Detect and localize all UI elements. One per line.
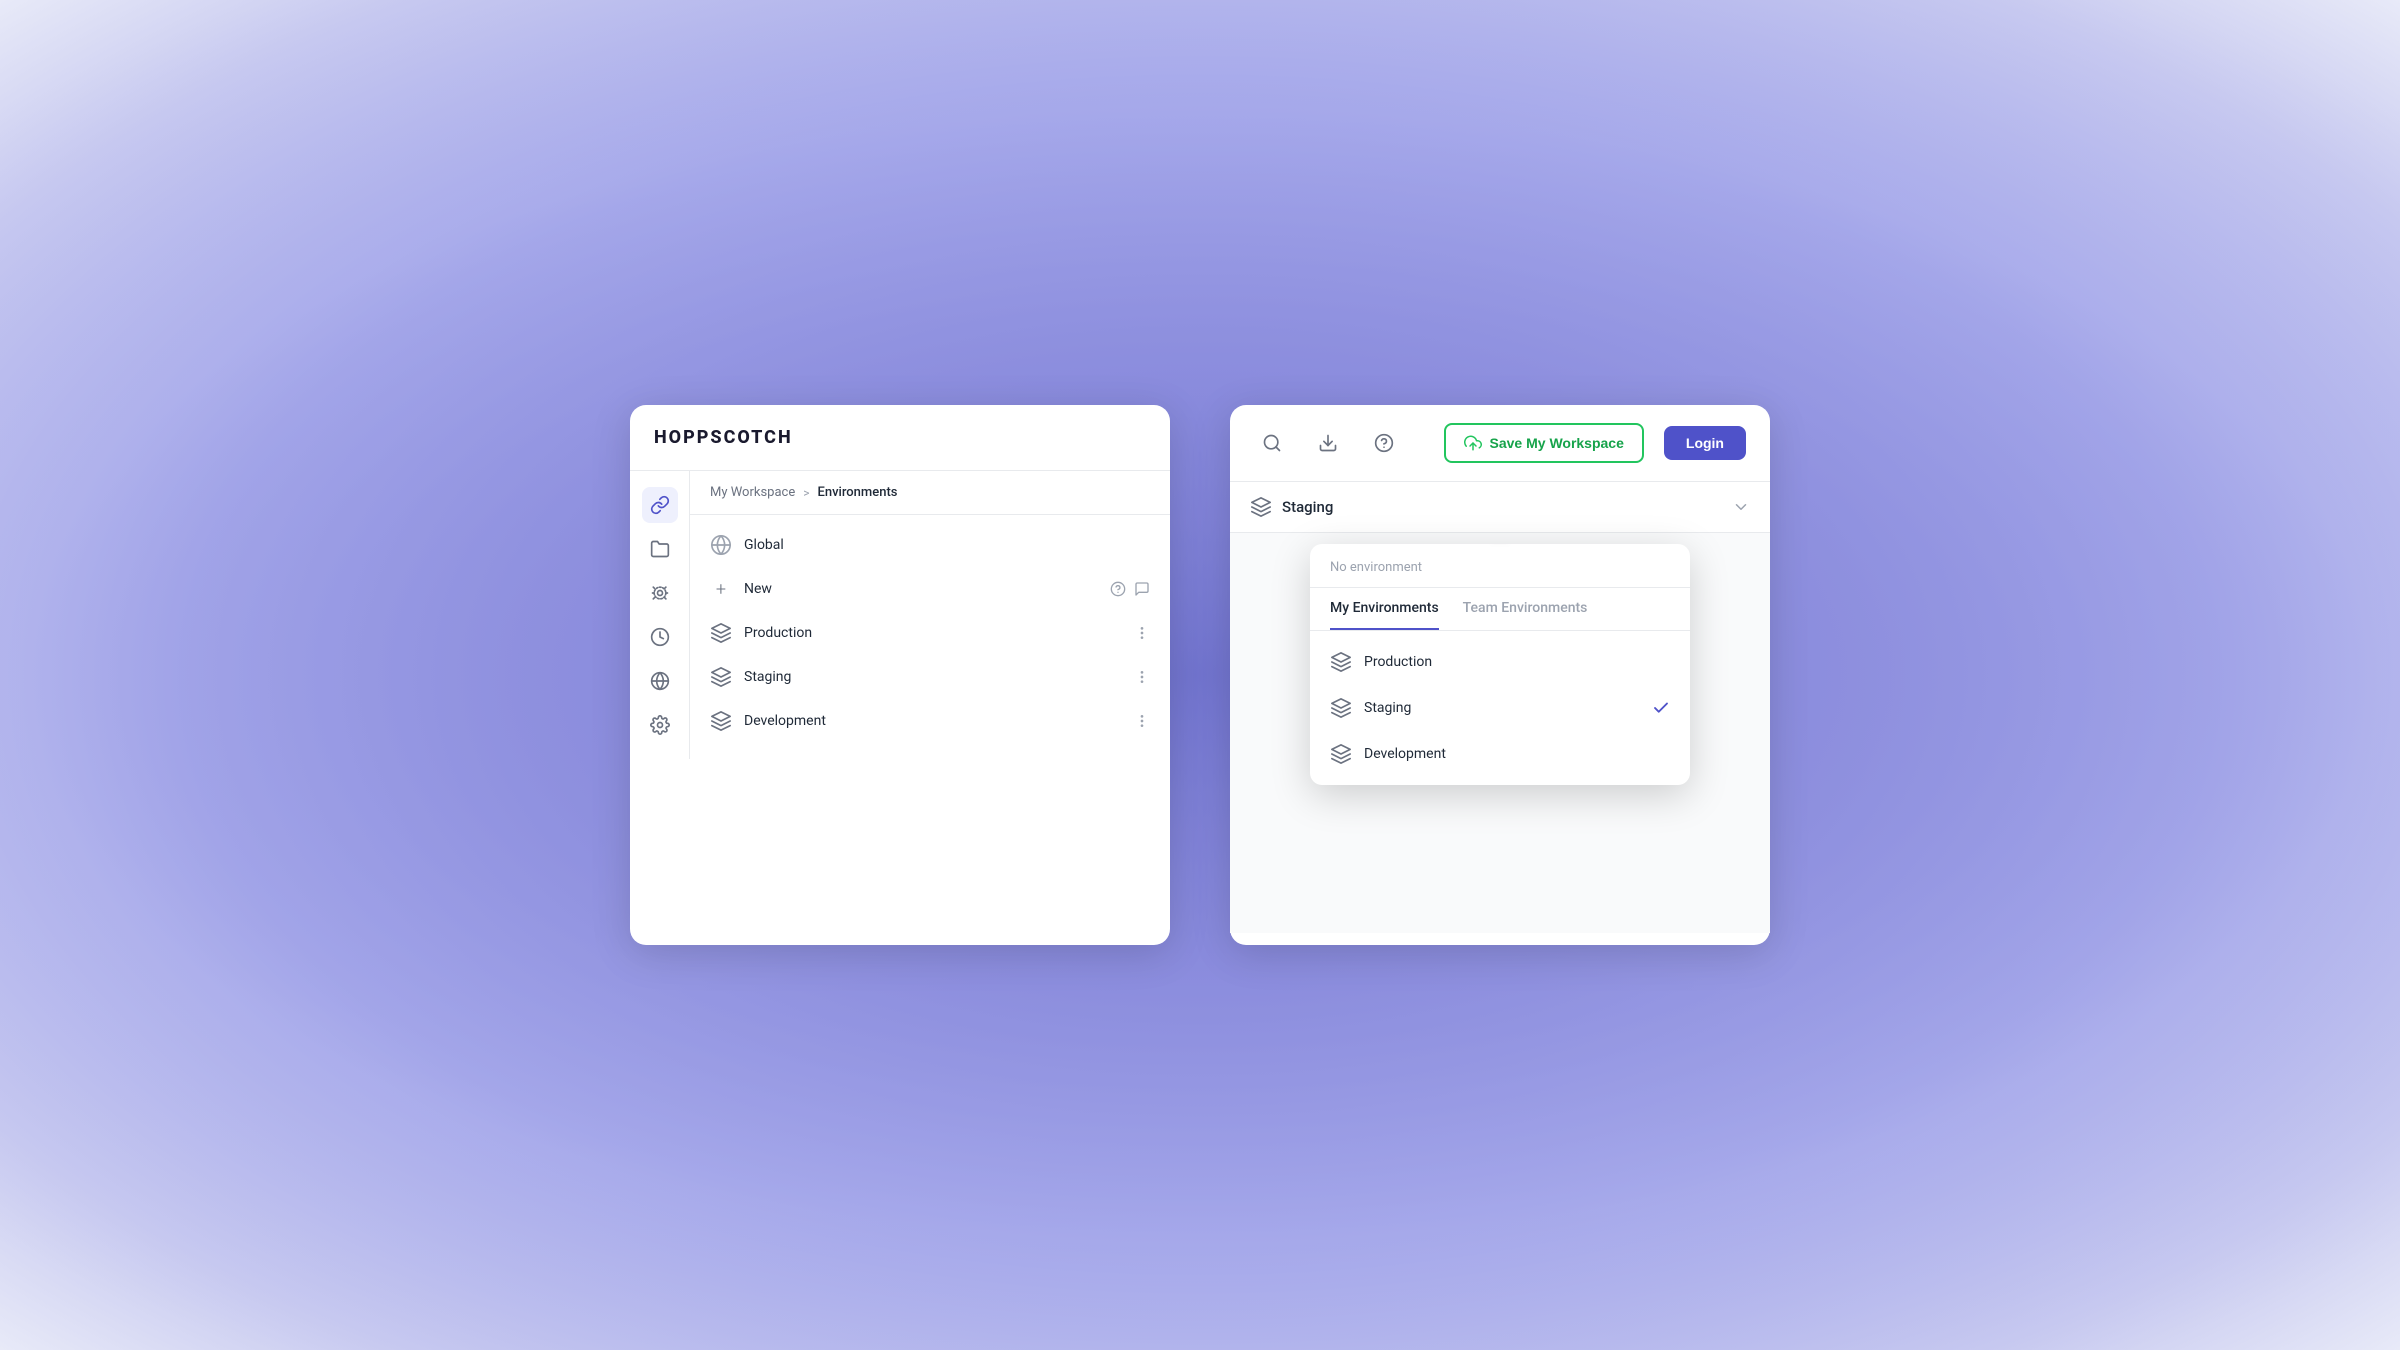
env-selector-layers-icon — [1250, 496, 1272, 518]
sidebar-item-settings2[interactable] — [642, 575, 678, 611]
env-item-global[interactable]: Global — [690, 523, 1170, 567]
staging-env-name: Staging — [744, 669, 1134, 685]
env-item-production[interactable]: Production — [690, 611, 1170, 655]
layers-icon-development — [710, 710, 732, 732]
tab-team-environments[interactable]: Team Environments — [1463, 588, 1588, 630]
development-env-actions — [1134, 713, 1150, 729]
right-panel-header: Save My Workspace Login — [1230, 405, 1770, 482]
sidebar-content: My Workspace > Environments — [690, 471, 1170, 759]
save-workspace-button[interactable]: Save My Workspace — [1444, 423, 1644, 463]
dropdown-env-list: Production Staging — [1310, 631, 1690, 785]
save-icon[interactable] — [1134, 581, 1150, 597]
cloud-upload-icon — [1464, 434, 1482, 452]
dropdown-env-development[interactable]: Development — [1310, 731, 1690, 777]
env-selector-label: Staging — [1282, 498, 1732, 516]
panels-container: HOPPSCOTCH — [630, 405, 1770, 945]
support-button[interactable] — [1366, 425, 1402, 461]
app-logo: HOPPSCOTCH — [654, 427, 793, 448]
sidebar-item-gear[interactable] — [642, 707, 678, 743]
left-panel-header: HOPPSCOTCH — [630, 405, 1170, 471]
global-env-name: Global — [744, 537, 1150, 553]
dropdown-tabs: My Environments Team Environments — [1310, 588, 1690, 631]
help-icon[interactable] — [1110, 581, 1126, 597]
login-label: Login — [1686, 435, 1724, 451]
sidebar-item-globe[interactable] — [642, 663, 678, 699]
production-env-actions — [1134, 625, 1150, 641]
more-icon-staging[interactable] — [1134, 669, 1150, 685]
more-icon-development[interactable] — [1134, 713, 1150, 729]
production-env-name: Production — [744, 625, 1134, 641]
env-item-development[interactable]: Development — [690, 699, 1170, 743]
env-dropdown: No environment My Environments Team Envi… — [1310, 544, 1690, 785]
sidebar-icons — [630, 471, 690, 759]
staging-env-actions — [1134, 669, 1150, 685]
dropdown-layers-icon-staging — [1330, 697, 1352, 719]
dropdown-env-production[interactable]: Production — [1310, 639, 1690, 685]
sidebar-item-history[interactable] — [642, 619, 678, 655]
tab-my-environments[interactable]: My Environments — [1330, 588, 1439, 630]
check-icon-staging — [1652, 699, 1670, 717]
sidebar-item-link[interactable] — [642, 487, 678, 523]
right-panel: Save My Workspace Login Staging — [1230, 405, 1770, 945]
left-panel: HOPPSCOTCH — [630, 405, 1170, 945]
breadcrumb: My Workspace > Environments — [690, 471, 1170, 515]
sidebar-item-collections[interactable] — [642, 531, 678, 567]
dropdown-development-name: Development — [1364, 746, 1670, 762]
dropdown-production-name: Production — [1364, 654, 1670, 670]
new-env-item[interactable]: + New — [690, 567, 1170, 611]
layers-icon-staging — [710, 666, 732, 688]
env-item-staging[interactable]: Staging — [690, 655, 1170, 699]
development-env-name: Development — [744, 713, 1134, 729]
dropdown-env-staging[interactable]: Staging — [1310, 685, 1690, 731]
add-icon: + — [710, 578, 732, 600]
no-env-label: No environment — [1310, 544, 1690, 588]
right-panel-body: Staging No environment My Environments T… — [1230, 482, 1770, 933]
env-selector[interactable]: Staging — [1230, 482, 1770, 533]
left-panel-body: My Workspace > Environments — [630, 471, 1170, 759]
search-button[interactable] — [1254, 425, 1290, 461]
chevron-down-icon — [1732, 498, 1750, 516]
layers-icon-production — [710, 622, 732, 644]
dropdown-layers-icon-development — [1330, 743, 1352, 765]
env-list: Global + New — [690, 515, 1170, 751]
save-workspace-label: Save My Workspace — [1490, 435, 1624, 451]
globe-env-icon — [710, 534, 732, 556]
dropdown-layers-icon-production — [1330, 651, 1352, 673]
dropdown-staging-name: Staging — [1364, 700, 1652, 716]
breadcrumb-current: Environments — [818, 485, 898, 500]
breadcrumb-workspace[interactable]: My Workspace — [710, 485, 795, 500]
download-button[interactable] — [1310, 425, 1346, 461]
login-button[interactable]: Login — [1664, 426, 1746, 460]
new-env-label: New — [744, 581, 1110, 597]
breadcrumb-separator: > — [803, 486, 809, 500]
more-icon-production[interactable] — [1134, 625, 1150, 641]
new-env-actions — [1110, 581, 1150, 597]
